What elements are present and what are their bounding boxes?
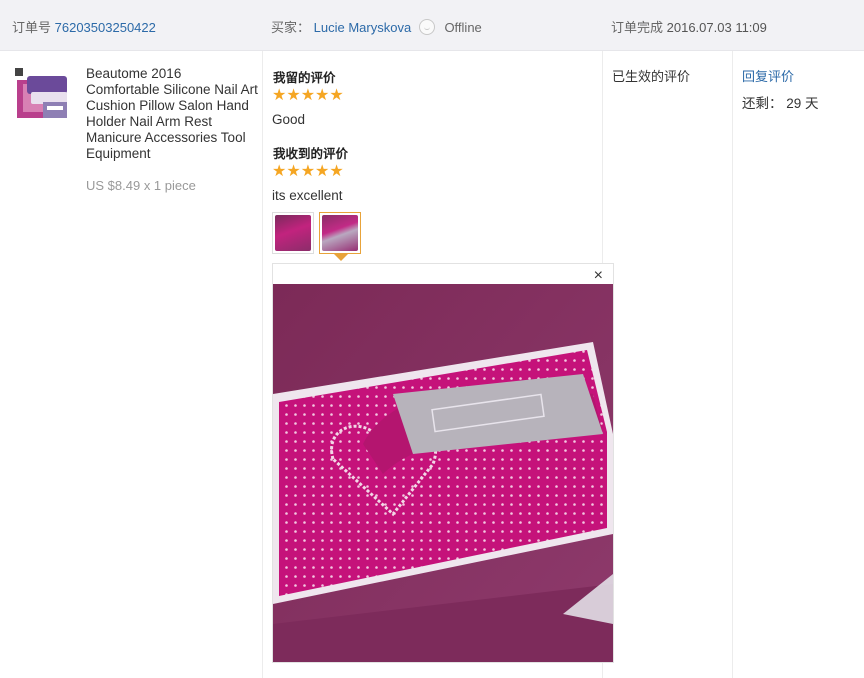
received-review-text: its excellent [272,188,343,203]
buyer-label: 买家： [271,20,311,35]
my-review-text: Good [272,112,306,127]
product-title[interactable]: Beautome 2016 Comfortable Silicone Nail … [86,66,258,162]
received-review-heading: 我收到的评价 [273,146,349,161]
completed-segment: 订单完成 2016.07.03 11:09 [611,17,767,36]
remaining-days: 还剩： 29 天 [742,96,819,111]
effective-review-label: 已生效的评价 [612,69,691,84]
order-number-segment: 订单号 76203503250422 [12,17,156,36]
active-thumb-indicator [334,254,348,261]
column-divider [732,51,733,678]
order-header: 订单号 76203503250422 买家： Lucie Maryskova O… [0,0,864,51]
buyer-segment: 买家： Lucie Maryskova Offline [271,17,482,36]
buyer-status: Offline [444,20,482,35]
review-photo-thumb[interactable] [272,212,314,254]
my-review-heading: 我留的评价 [273,70,336,85]
review-photo-thumb-active[interactable] [319,212,361,254]
completed-time: 2016.07.03 11:09 [666,20,767,35]
review-photo-large [273,284,613,662]
close-icon[interactable]: × [594,268,603,284]
product-thumbnail[interactable] [13,66,69,122]
reply-review-link[interactable]: 回复评价 [742,66,794,85]
received-review-stars: ★★★★★ [272,163,344,180]
order-number-label: 订单号 [12,20,52,35]
buyer-name-link[interactable]: Lucie Maryskova [314,20,412,35]
chat-bubble-icon[interactable] [418,19,435,35]
my-review-stars: ★★★★★ [272,87,344,104]
product-price: US $8.49 x 1 piece [86,178,196,193]
completed-label: 订单完成 [611,20,664,35]
column-divider [262,51,263,678]
order-number-link[interactable]: 76203503250422 [55,20,156,35]
photo-preview-popup: × [272,263,614,663]
